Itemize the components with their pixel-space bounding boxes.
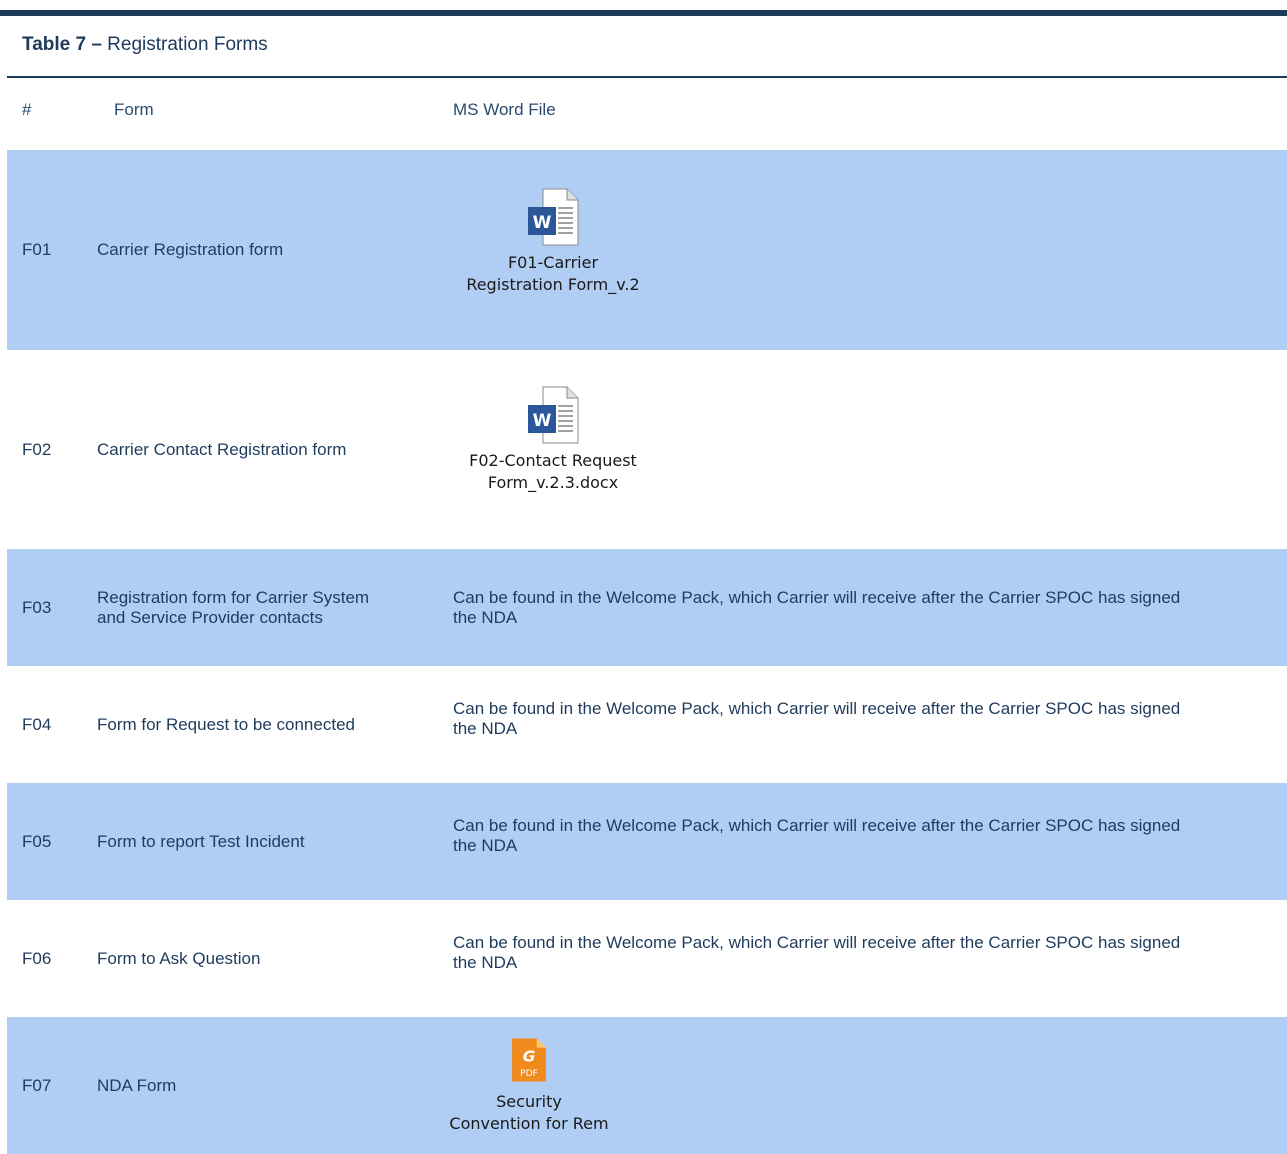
header-form: Form xyxy=(114,100,154,119)
row-form: Form for Request to be connected xyxy=(97,714,355,734)
file-text-line: the NDA xyxy=(453,718,518,738)
table-header: # Form MS Word File xyxy=(0,78,1287,140)
filename-line: Form_v.2.3.docx xyxy=(487,473,619,492)
row-file-text: Can be found in the Welcome Pack, which … xyxy=(453,660,1283,777)
header-file: MS Word File xyxy=(453,100,556,119)
form-line: Registration form for Carrier System xyxy=(97,587,370,607)
table-row: F06 Form to Ask Question Can be found in… xyxy=(7,900,1287,1017)
attachment-filename: Security Convention for Rem xyxy=(449,1091,608,1135)
header-number: # xyxy=(22,100,32,119)
table-row: F04 Form for Request to be connected Can… xyxy=(7,666,1287,783)
svg-text:W: W xyxy=(533,411,552,431)
caption-prefix: Table 7 – xyxy=(22,34,102,55)
table-row: F02 Carrier Contact Registration form W … xyxy=(7,350,1287,549)
row-form: Carrier Contact Registration form xyxy=(97,439,347,459)
file-text-line: the NDA xyxy=(453,952,518,972)
attachment-filename: F02-Contact Request Form_v.2.3.docx xyxy=(469,450,637,494)
word-doc-icon: W xyxy=(528,386,579,444)
attachment-f07[interactable]: G PDF Security Convention for Rem xyxy=(409,1033,649,1135)
top-rule xyxy=(0,10,1287,16)
row-id: F07 xyxy=(22,1075,52,1095)
row-form: NDA Form xyxy=(97,1075,177,1095)
table-row: F03 Registration form for Carrier System… xyxy=(7,549,1287,666)
row-file-text: Can be found in the Welcome Pack, which … xyxy=(453,894,1283,1011)
table-row: F01 Carrier Registration form W F01-Carr… xyxy=(7,150,1287,350)
file-text-line: the NDA xyxy=(453,607,518,627)
attachment-f01[interactable]: W F01-Carrier Registration Form_v.2 xyxy=(433,188,673,296)
row-id: F04 xyxy=(22,714,52,734)
row-id: F02 xyxy=(22,439,52,459)
filename-line: F02-Contact Request xyxy=(469,451,637,470)
row-form: Form to report Test Incident xyxy=(97,831,305,851)
file-text-line: Can be found in the Welcome Pack, which … xyxy=(453,698,1181,718)
row-form: Registration form for Carrier System and … xyxy=(97,549,427,666)
filename-line: Security xyxy=(496,1092,562,1111)
table-row: F05 Form to report Test Incident Can be … xyxy=(7,783,1287,900)
attachment-filename: F01-Carrier Registration Form_v.2 xyxy=(466,252,639,296)
table-row: F07 NDA Form G PDF Security Convention f… xyxy=(7,1017,1287,1154)
row-form: Carrier Registration form xyxy=(97,240,284,259)
file-text-line: Can be found in the Welcome Pack, which … xyxy=(453,587,1181,607)
filename-line: F01-Carrier xyxy=(507,253,599,272)
filename-line: Convention for Rem xyxy=(449,1114,609,1133)
attachment-f02[interactable]: W F02-Contact Request Form_v.2.3.docx xyxy=(433,386,673,494)
row-file-text: Can be found in the Welcome Pack, which … xyxy=(453,777,1283,894)
svg-text:G: G xyxy=(523,1048,536,1066)
row-id: F06 xyxy=(22,948,52,968)
row-id: F03 xyxy=(22,597,52,617)
row-id: F01 xyxy=(22,240,52,259)
filename-line: Registration Form_v.2 xyxy=(466,275,640,294)
row-id: F05 xyxy=(22,831,52,851)
row-file-text: Can be found in the Welcome Pack, which … xyxy=(453,549,1283,666)
svg-text:W: W xyxy=(533,213,552,233)
file-text-line: Can be found in the Welcome Pack, which … xyxy=(453,932,1181,952)
caption-title: Registration Forms xyxy=(101,34,268,55)
row-form: Form to Ask Question xyxy=(97,948,261,968)
pdf-label: PDF xyxy=(520,1068,538,1079)
table-caption: Table 7 – Registration Forms xyxy=(22,34,268,56)
pdf-doc-icon: G PDF xyxy=(512,1038,546,1082)
file-text-line: the NDA xyxy=(453,835,518,855)
form-line: and Service Provider contacts xyxy=(97,607,323,627)
word-doc-icon: W xyxy=(528,188,579,246)
file-text-line: Can be found in the Welcome Pack, which … xyxy=(453,815,1181,835)
